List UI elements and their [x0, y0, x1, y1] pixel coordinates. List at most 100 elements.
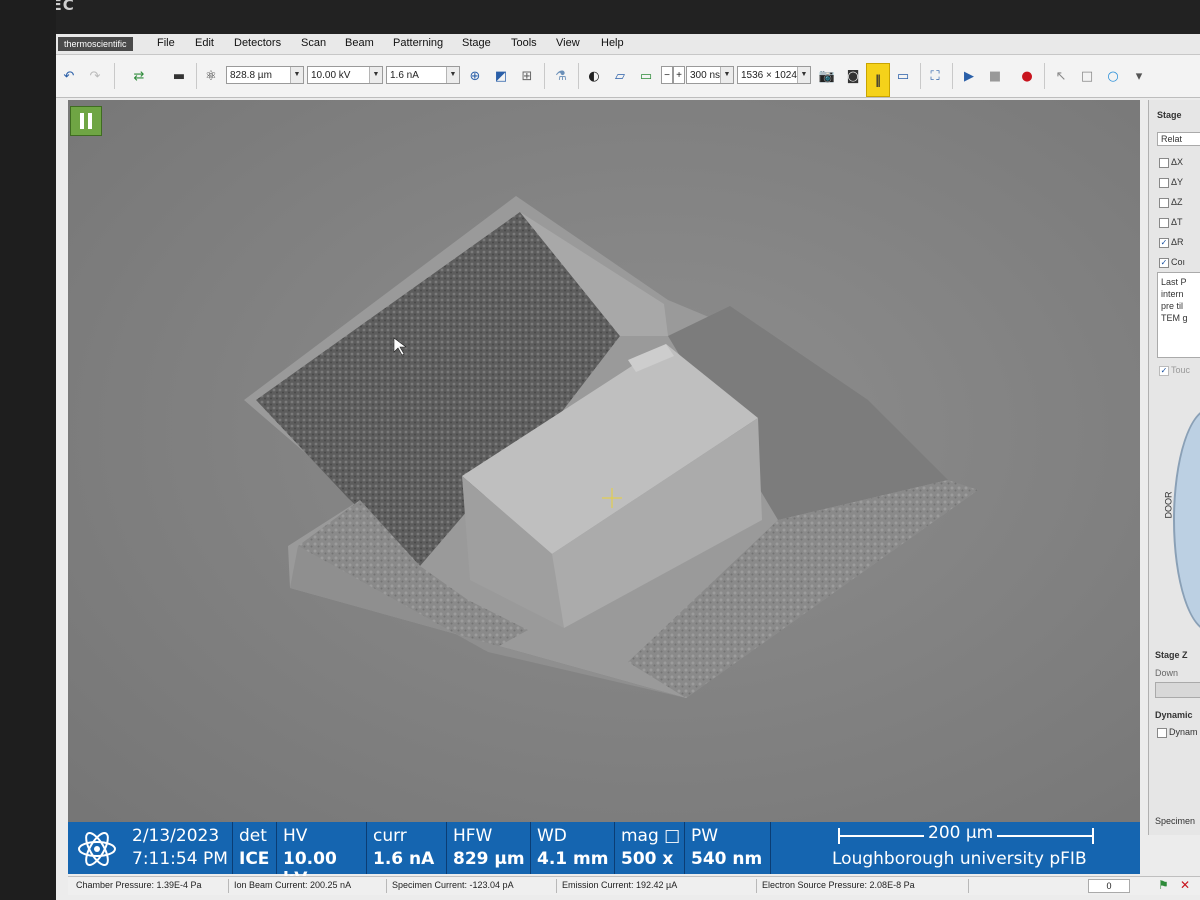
delta-r-checkbox[interactable]: ✓	[1159, 238, 1169, 248]
stigmator-icon[interactable]: ⊞	[516, 65, 538, 87]
dynamic-checkbox[interactable]	[1157, 728, 1167, 738]
stop-icon[interactable]: ■	[984, 65, 1006, 87]
hfw-label: HFW	[453, 826, 493, 846]
touch-label: Touc	[1171, 365, 1191, 375]
thermo-logo[interactable]: thermoscientific	[58, 37, 133, 51]
current-combo-value: 1.6 nA	[390, 70, 419, 81]
det-value: ICE	[239, 849, 270, 869]
sem-image-viewport[interactable]	[68, 100, 1140, 835]
curr-cell: curr 1.6 nA	[366, 822, 447, 874]
circle-tool-icon[interactable]: ○	[1102, 65, 1124, 87]
dwell-minus-button[interactable]: −	[661, 66, 673, 84]
hfw-combo[interactable]: 828.8 µm ▼	[226, 66, 304, 84]
wd-value: 4.1 mm	[537, 849, 609, 869]
menu-detectors[interactable]: Detectors	[234, 37, 281, 49]
dynamic-check-label: Dynam	[1169, 727, 1198, 737]
current-combo[interactable]: 1.6 nA ▼	[386, 66, 460, 84]
delta-y-checkbox[interactable]	[1159, 178, 1169, 188]
curr-value: 1.6 nA	[373, 849, 435, 869]
menu-patterning[interactable]: Patterning	[393, 37, 443, 49]
auto-focus-icon[interactable]: ◩	[490, 65, 512, 87]
counter-field[interactable]: 0	[1088, 879, 1130, 893]
delta-t-checkbox[interactable]	[1159, 218, 1169, 228]
pw-label: PW	[691, 826, 719, 846]
dynamic-header: Dynamic	[1155, 710, 1193, 720]
dwell-combo-value: 300 ns	[690, 70, 721, 81]
chevron-down-icon[interactable]: ▼	[446, 67, 459, 83]
pw-value: 540 nm	[691, 849, 763, 869]
emission-current: Emission Current: 192.42 µA	[562, 880, 678, 890]
monitor-bezel-left	[0, 0, 56, 900]
rectangle-tool-icon[interactable]: □	[1076, 65, 1098, 87]
chamber-pressure: Chamber Pressure: 1.39E-4 Pa	[76, 880, 202, 890]
source-pressure: Electron Source Pressure: 2.08E-8 Pa	[762, 880, 915, 890]
image-icon[interactable]: ⛶	[924, 65, 946, 87]
relative-dropdown[interactable]: Relat	[1157, 132, 1200, 146]
chevron-down-icon[interactable]: ▼	[797, 67, 810, 83]
scan-mode-icon[interactable]: ▭	[892, 65, 914, 87]
record-icon[interactable]: ●	[1016, 65, 1038, 87]
stage-header: Stage	[1157, 110, 1182, 120]
dwell-plus-button[interactable]: +	[673, 66, 685, 84]
hv-combo-value: 10.00 kV	[311, 70, 351, 81]
menu-file[interactable]: File	[157, 37, 175, 49]
note-line: intern	[1161, 289, 1184, 299]
toolbar: ↶ ↷ ⇄ ▬ ⚛ 828.8 µm ▼ 10.00 kV ▼ 1.6 nA ▼…	[56, 55, 1200, 98]
menu-beam[interactable]: Beam	[345, 37, 374, 49]
beam-select-icon[interactable]: ⚛	[200, 65, 222, 87]
beam-shift-icon[interactable]: ⇄	[128, 65, 150, 87]
delta-z-label: ΔZ	[1171, 197, 1183, 207]
menu-stage[interactable]: Stage	[462, 37, 491, 49]
curr-label: curr	[373, 826, 407, 846]
redo-icon[interactable]: ↷	[84, 65, 106, 87]
resolution-combo-value: 1536 × 1024	[741, 70, 797, 81]
dwell-combo[interactable]: 300 ns ▼	[686, 66, 734, 84]
pause-button[interactable]: ‖	[866, 63, 890, 97]
hfw-cell: HFW 829 µm	[446, 822, 531, 874]
stage-z-label: Stage Z	[1155, 650, 1188, 660]
menu-scan[interactable]: Scan	[301, 37, 326, 49]
hfw-combo-value: 828.8 µm	[230, 70, 272, 81]
camera-settings-icon[interactable]: 📷	[816, 65, 838, 87]
monitor-bezel: NEC	[0, 0, 1200, 34]
play-icon[interactable]: ▶	[958, 65, 980, 87]
mag-label: mag □	[621, 826, 681, 846]
snapshot-icon[interactable]: ◙	[842, 65, 864, 87]
touch-checkbox[interactable]: ✓	[1159, 366, 1169, 376]
data-bar: 2/13/2023 7:11:54 PM det ICE HV 10.00 kV…	[68, 822, 1140, 889]
det-label: det	[239, 826, 267, 846]
detector-icon[interactable]: ⚗	[550, 65, 572, 87]
scan-rotation-icon[interactable]: ▱	[609, 65, 631, 87]
delta-z-checkbox[interactable]	[1159, 198, 1169, 208]
contrast-icon[interactable]: ◐	[583, 65, 605, 87]
door-label: DOOR	[1163, 491, 1174, 519]
delta-x-label: ΔX	[1171, 157, 1184, 167]
stage-tilt-icon[interactable]: ▬	[168, 65, 190, 87]
menu-view[interactable]: View	[556, 37, 580, 49]
chevron-down-icon[interactable]: ▾	[1128, 65, 1150, 87]
app-window: thermoscientific File Edit Detectors Sca…	[56, 34, 1200, 900]
resolution-combo[interactable]: 1536 × 1024 ▼	[737, 66, 811, 84]
menu-tools[interactable]: Tools	[511, 37, 537, 49]
chevron-down-icon[interactable]: ▼	[369, 67, 382, 83]
det-cell: det ICE	[232, 822, 277, 874]
stage-z-slider[interactable]	[1155, 682, 1200, 698]
time-value: 7:11:54 PM	[132, 849, 228, 869]
hfw-value: 829 µm	[453, 849, 525, 869]
undo-icon[interactable]: ↶	[58, 65, 80, 87]
chevron-down-icon[interactable]: ▼	[290, 67, 303, 83]
stage-map-dial[interactable]	[1173, 408, 1200, 632]
note-line: Last P	[1161, 277, 1187, 287]
crosshair-icon[interactable]: ⊕	[464, 65, 486, 87]
chevron-down-icon[interactable]: ▼	[720, 67, 733, 83]
pointer-icon[interactable]: ↖	[1050, 65, 1072, 87]
compucentric-checkbox[interactable]: ✓	[1159, 258, 1169, 268]
scale-label: 200 µm	[924, 823, 998, 843]
wd-cell: WD 4.1 mm	[530, 822, 615, 874]
delta-x-checkbox[interactable]	[1159, 158, 1169, 168]
menu-edit[interactable]: Edit	[195, 37, 214, 49]
delta-y-label: ΔY	[1171, 177, 1184, 187]
reduced-area-icon[interactable]: ▭	[635, 65, 657, 87]
menu-help[interactable]: Help	[601, 37, 624, 49]
hv-combo[interactable]: 10.00 kV ▼	[307, 66, 383, 84]
